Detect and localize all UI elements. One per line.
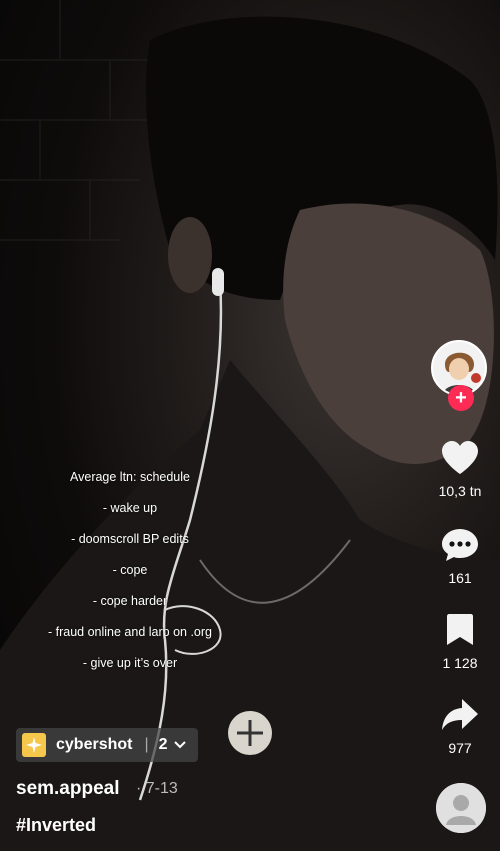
caption-line: Average ltn: schedule <box>70 470 190 484</box>
caption-line: - cope harder <box>92 594 168 608</box>
caption-line: - wake up <box>102 501 158 515</box>
video-caption: Average ltn: schedule - wake up - doomsc… <box>20 470 240 687</box>
like-button[interactable]: 10,3 tn <box>420 440 500 499</box>
effect-separator: | <box>144 736 149 753</box>
effect-count: 2 <box>158 736 168 753</box>
chevron-down-icon <box>173 741 186 749</box>
hashtag-link[interactable]: #Inverted <box>16 815 96 836</box>
like-count: 10,3 tn <box>438 483 482 499</box>
sound-disc[interactable] <box>436 783 486 833</box>
sparkle-icon <box>22 733 46 757</box>
save-count: 1 128 <box>442 655 478 671</box>
comment-count: 161 <box>448 570 472 586</box>
share-count: 977 <box>448 740 472 756</box>
share-arrow-icon <box>442 699 478 730</box>
user-placeholder-icon <box>436 783 486 833</box>
effect-name: cybershot <box>56 736 133 753</box>
follow-plus-button[interactable]: + <box>448 385 474 411</box>
heart-icon <box>442 441 478 474</box>
caption-line: - cope <box>112 563 148 577</box>
caption-line: - doomscroll BP edits <box>71 532 189 546</box>
bookmark-icon <box>447 614 473 645</box>
video-feed-screen: Average ltn: schedule - wake up - doomsc… <box>0 0 500 851</box>
effect-pill[interactable]: cybershot | 2 <box>16 728 198 762</box>
save-button[interactable]: 1 128 <box>420 612 500 671</box>
comment-button[interactable]: 161 <box>420 527 500 586</box>
caption-line: - give up it’s over <box>82 656 178 670</box>
share-button[interactable]: 977 <box>420 697 500 756</box>
comment-bubble-icon <box>442 529 478 561</box>
caption-line: - fraud online and larp on .org <box>48 625 212 639</box>
creator-username[interactable]: sem.appeal <box>16 778 120 800</box>
post-date: · 7-13 <box>136 780 178 797</box>
